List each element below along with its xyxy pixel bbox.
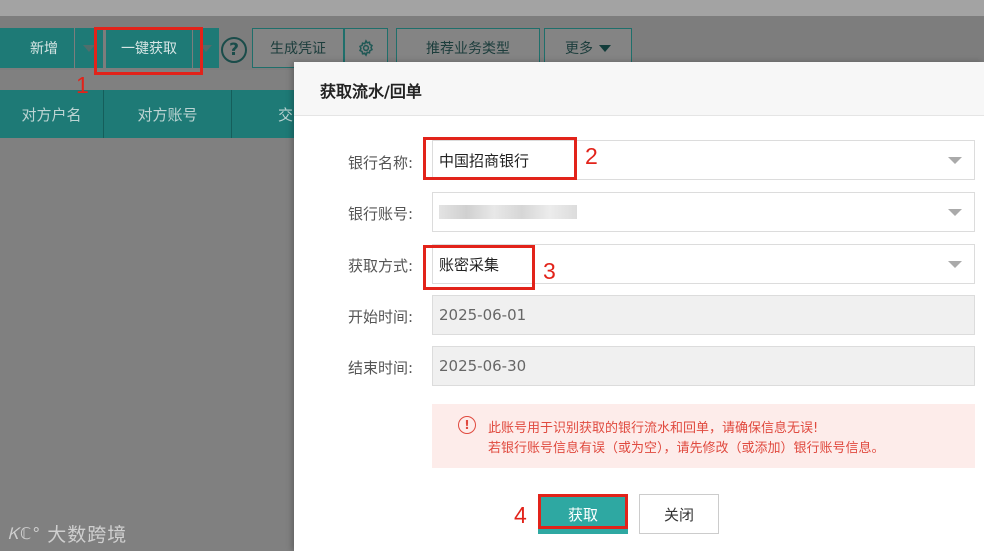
new-button[interactable]: 新增 [0, 28, 74, 68]
close-button[interactable]: 关闭 [639, 494, 719, 534]
chevron-down-icon [948, 261, 962, 268]
annotation-number-3: 3 [543, 258, 556, 284]
start-time-input[interactable]: 2025-06-01 [432, 295, 975, 335]
annotation-box-4 [538, 494, 628, 529]
recommend-business-type-label: 推荐业务类型 [426, 41, 510, 57]
annotation-box-3 [423, 245, 535, 290]
chevron-down-icon [948, 157, 962, 164]
dialog-header: 获取流水/回单 [294, 62, 984, 116]
end-time-label: 结束时间: [348, 359, 414, 377]
new-button-label: 新增 [30, 41, 58, 57]
annotation-box-1 [94, 27, 203, 75]
bank-account-select[interactable] [432, 192, 975, 232]
end-time-value: 2025-06-30 [439, 357, 527, 375]
table-header: 对方户名 对方账号 交 [0, 90, 296, 138]
warning-icon: ! [458, 416, 476, 434]
end-time-input[interactable]: 2025-06-30 [432, 346, 975, 386]
chevron-down-icon [948, 209, 962, 216]
chevron-down-icon [599, 44, 611, 52]
fetch-method-label: 获取方式: [348, 257, 414, 275]
dialog-title: 获取流水/回单 [320, 82, 422, 101]
fetch-statement-dialog: 获取流水/回单 银行名称: 中国招商银行 银行账号: 获取方式: 账密采集 开始… [294, 62, 984, 551]
annotation-number-1: 1 [76, 72, 89, 98]
top-bar [0, 0, 984, 16]
bank-account-label: 银行账号: [348, 205, 414, 223]
start-time-value: 2025-06-01 [439, 306, 527, 324]
watermark-text: 大数跨境 [47, 524, 128, 546]
bank-account-value-redacted [439, 205, 577, 219]
start-time-label: 开始时间: [348, 308, 414, 326]
notice-line-2: 若银行账号信息有误（或为空），请先修改（或添加）银行账号信息。 [488, 441, 885, 456]
help-icon[interactable]: ? [221, 37, 247, 63]
account-notice: ! 此账号用于识别获取的银行流水和回单，请确保信息无误! 若银行账号信息有误（或… [432, 404, 975, 468]
help-symbol: ? [229, 40, 239, 60]
annotation-number-4: 4 [514, 502, 527, 528]
gear-icon [359, 39, 373, 57]
watermark: Ꮶℂ° 大数跨境 [8, 520, 127, 547]
watermark-logo: Ꮶℂ° [8, 523, 42, 543]
bank-name-label: 银行名称: [348, 154, 414, 172]
generate-voucher-label: 生成凭证 [270, 41, 326, 57]
column-header-counterparty-account[interactable]: 对方账号 [104, 90, 232, 138]
annotation-number-2: 2 [585, 143, 598, 169]
column-header-transaction[interactable]: 交 [232, 90, 296, 138]
annotation-box-2 [423, 137, 577, 180]
notice-line-1: 此账号用于识别获取的银行流水和回单，请确保信息无误! [488, 421, 819, 436]
more-label: 更多 [565, 41, 593, 57]
